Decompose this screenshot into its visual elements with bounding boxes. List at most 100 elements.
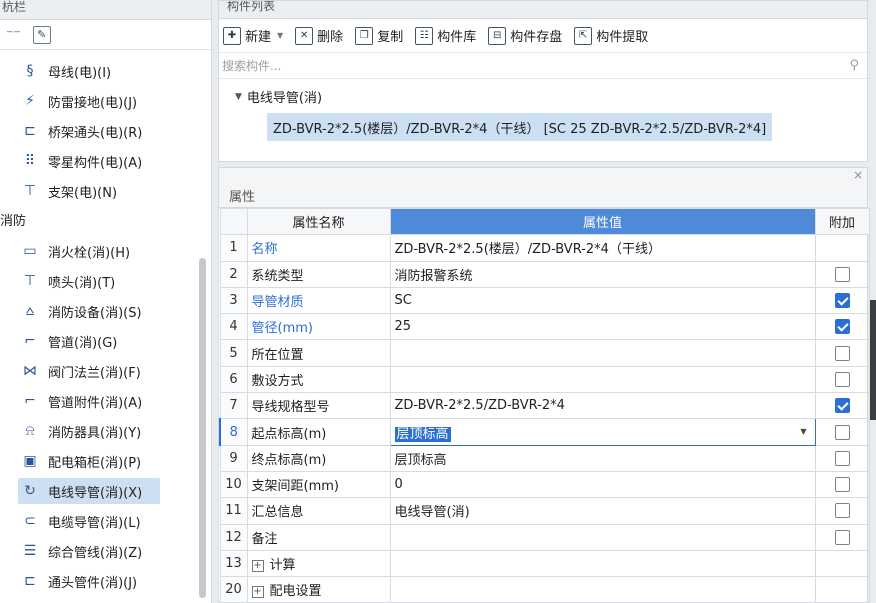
search-icon[interactable]: ⚲ [849, 58, 859, 73]
attach-checkbox[interactable] [834, 319, 850, 335]
property-name: 管径(mm) [246, 313, 391, 341]
attach-checkbox[interactable] [834, 529, 850, 545]
table-row[interactable]: 3 导管材质 SC [219, 286, 870, 315]
copy-button[interactable]: ❐ 复制 [355, 26, 403, 45]
nav-item-fire-equipment[interactable]: ⩟ 消防设备(消)(S) [18, 298, 160, 324]
property-value[interactable]: SC [389, 286, 816, 315]
table-row[interactable]: 13 + 计算 [219, 549, 870, 578]
table-row[interactable]: 8 起点标高(m) 层顶标高 ▼ [219, 418, 870, 446]
nav-item-hydrant[interactable]: ▭ 消火栓(消)(H) [18, 238, 160, 264]
row-number: 11 [219, 497, 248, 525]
cable-conduit-icon: ⊂ [24, 513, 36, 529]
property-name-label: 导线规格型号 [251, 400, 330, 416]
header-value: 属性值 [389, 207, 816, 236]
nav-item-distribution-box[interactable]: ▣ 配电箱柜(消)(P) [18, 448, 160, 474]
nav-group-fire[interactable]: 消防 [0, 210, 26, 229]
nav-item-joint-fitting[interactable]: ⊏ 通头管件(消)(J) [18, 568, 160, 594]
property-name: 备注 [246, 523, 391, 551]
chevron-down-icon[interactable]: ▼ [800, 427, 806, 436]
search-row: ⚲ [219, 53, 867, 79]
tree-item-selected[interactable]: ZD-BVR-2*2.5(楼层）/ZD-BVR-2*4（干线） [SC 25 Z… [267, 113, 773, 141]
nav-item-bus[interactable]: § 母线(电)(I) [18, 58, 160, 84]
nav-item-cable-conduit[interactable]: ⊂ 电缆导管(消)(L) [18, 508, 160, 534]
component-toolbar: ✚ 新建 ▼ ✕ 删除 ❐ 复制 ☷ 构件库 ⊟ 构件存盘 ⇱ 构件提取 [219, 19, 867, 53]
chevron-down-icon[interactable]: ▼ [277, 31, 283, 40]
nav-item-misc-parts[interactable]: ⠿ 零星构件(电)(A) [18, 148, 160, 174]
row-number: 6 [219, 365, 248, 394]
table-row[interactable]: 7 导线规格型号 ZD-BVR-2*2.5/ZD-BVR-2*4 [219, 392, 870, 420]
attach-checkbox[interactable] [834, 345, 850, 361]
table-row[interactable]: 1 名称 ZD-BVR-2*2.5(楼层）/ZD-BVR-2*4（干线） [219, 234, 870, 262]
property-value[interactable] [389, 523, 816, 551]
nav-item-pipe-fitting[interactable]: ⌐ 管道附件(消)(A) [18, 388, 160, 414]
attach-checkbox[interactable] [834, 293, 850, 309]
property-value[interactable] [389, 576, 816, 603]
table-row[interactable]: 4 管径(mm) 25 [219, 313, 870, 341]
attach-checkbox[interactable] [834, 398, 850, 414]
table-row[interactable]: 9 终点标高(m) 层顶标高 [219, 444, 870, 472]
property-value[interactable]: 0 [389, 470, 816, 499]
nav-scrollbar[interactable] [199, 258, 206, 598]
table-row[interactable]: 10 支架间距(mm) 0 [219, 470, 870, 499]
property-name: 名称 [246, 234, 391, 262]
expand-arrow-icon[interactable]: ▼ [235, 92, 242, 102]
table-header-row: 属性名称 属性值 附加 [219, 207, 870, 236]
property-value[interactable]: ZD-BVR-2*2.5(楼层）/ZD-BVR-2*4（干线） [389, 234, 816, 262]
table-row[interactable]: 11 汇总信息 电线导管(消) [219, 497, 870, 525]
library-icon: ☷ [415, 26, 434, 45]
collapse-icon[interactable]: ⁻⁻ [6, 27, 21, 43]
new-button[interactable]: ✚ 新建 ▼ [223, 26, 283, 45]
expand-plus-icon[interactable]: + [251, 585, 264, 598]
row-number: 4 [219, 313, 248, 341]
nav-item-conduit[interactable]: ↻ 电线导管(消)(X) [18, 478, 160, 504]
property-name: 汇总信息 [246, 497, 391, 525]
search-input[interactable] [222, 58, 782, 73]
property-value-dropdown[interactable]: 层顶标高 ▼ [389, 418, 816, 446]
property-name-label: 支架间距(mm) [251, 479, 339, 495]
attach-checkbox[interactable] [834, 477, 850, 493]
nav-item-lightning-ground[interactable]: ⚡ 防雷接地(电)(J) [18, 88, 160, 114]
property-value-text: 消防报警系统 [394, 268, 473, 284]
property-value-text: 层顶标高 [394, 426, 451, 442]
nav-item-pipe[interactable]: ⌐ 管道(消)(G) [18, 328, 160, 354]
row-number: 20 [219, 576, 248, 603]
nav-item-combined-pipeline[interactable]: ☰ 综合管线(消)(Z) [18, 538, 160, 564]
attach-checkbox[interactable] [834, 424, 850, 440]
property-value[interactable]: 电线导管(消) [389, 497, 816, 525]
save-component-button[interactable]: ⊟ 构件存盘 [488, 26, 562, 45]
property-value[interactable] [389, 365, 816, 394]
nav-item-tray-joint[interactable]: ⊏ 桥架通头(电)(R) [18, 118, 160, 144]
table-row[interactable]: 6 敷设方式 [219, 365, 870, 394]
table-row[interactable]: 20 + 配电设置 [219, 576, 870, 603]
row-number: 7 [219, 392, 248, 420]
attach-checkbox[interactable] [834, 450, 850, 466]
nav-item-bracket[interactable]: ⊤ 支架(电)(N) [18, 178, 160, 204]
nav-item-fire-device[interactable]: ⍾ 消防器具(消)(Y) [18, 418, 160, 444]
nav-item-valve[interactable]: ⋈ 阀门法兰(消)(F) [18, 358, 160, 384]
edit-icon[interactable]: ✎ [32, 25, 51, 44]
property-value[interactable]: 25 [389, 313, 816, 341]
property-value[interactable]: 消防报警系统 [389, 260, 816, 288]
library-button[interactable]: ☷ 构件库 [415, 26, 476, 45]
table-row[interactable]: 12 备注 [219, 523, 870, 551]
property-value[interactable] [389, 549, 816, 578]
attach-checkbox[interactable] [834, 503, 850, 519]
table-row[interactable]: 2 系统类型 消防报警系统 [219, 260, 870, 288]
property-value[interactable]: ZD-BVR-2*2.5/ZD-BVR-2*4 [389, 392, 816, 420]
attach-checkbox[interactable] [834, 371, 850, 387]
attach-checkbox[interactable] [834, 266, 850, 282]
property-value[interactable] [389, 339, 816, 367]
expand-plus-icon[interactable]: + [251, 559, 264, 572]
delete-button[interactable]: ✕ 删除 [295, 26, 343, 45]
property-value[interactable]: 层顶标高 [389, 444, 816, 472]
close-icon[interactable]: × [853, 168, 863, 182]
nav-item-sprinkler[interactable]: ⊤ 喷头(消)(T) [18, 268, 160, 294]
table-row[interactable]: 5 所在位置 [219, 339, 870, 367]
tree-node-conduit[interactable]: ▼ 电线导管(消) [235, 87, 322, 106]
extra-cell [814, 234, 870, 262]
header-extra: 附加 [814, 207, 870, 236]
extract-component-button[interactable]: ⇱ 构件提取 [574, 26, 648, 45]
combined-pipeline-icon: ☰ [23, 543, 37, 559]
component-list-panel: 构件列表 ✚ 新建 ▼ ✕ 删除 ❐ 复制 ☷ 构件库 ⊟ 构件存盘 ⇱ 构件提… [218, 0, 868, 162]
grid-dots-icon: ⠿ [24, 153, 36, 169]
